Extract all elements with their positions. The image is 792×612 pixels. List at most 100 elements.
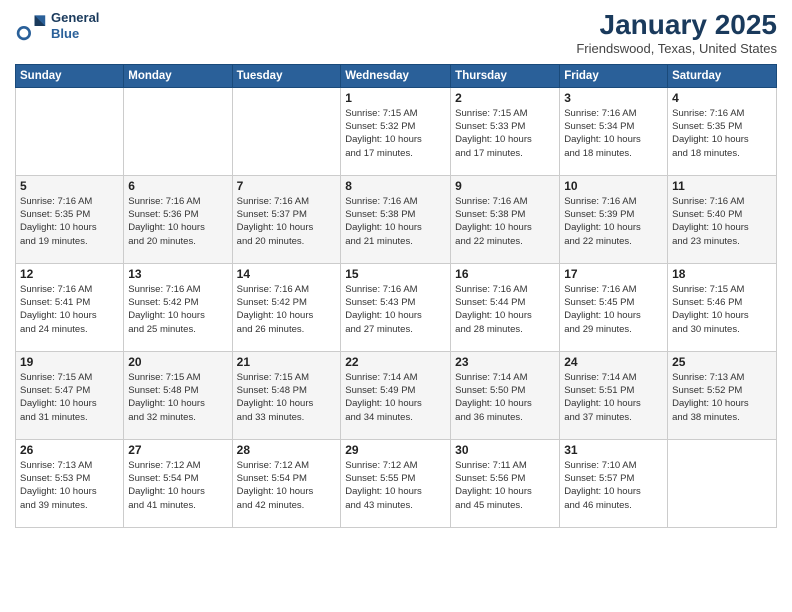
- title-block: January 2025 Friendswood, Texas, United …: [576, 10, 777, 56]
- day-cell: 26 Sunrise: 7:13 AM Sunset: 5:53 PM Dayli…: [16, 439, 124, 527]
- day-number: 9: [455, 179, 555, 193]
- day-number: 19: [20, 355, 119, 369]
- page: General Blue January 2025 Friendswood, T…: [0, 0, 792, 612]
- weekday-header-friday: Friday: [560, 64, 668, 87]
- day-cell: 19 Sunrise: 7:15 AM Sunset: 5:47 PM Dayli…: [16, 351, 124, 439]
- day-cell: 17Sunrise: 7:16 AM Sunset: 5:45 PM Dayli…: [560, 263, 668, 351]
- day-info: Sunrise: 7:12 AM Sunset: 5:54 PM Dayligh…: [237, 459, 337, 512]
- logo-icon: [15, 10, 47, 42]
- day-number: 10: [564, 179, 663, 193]
- day-number: 26: [20, 443, 119, 457]
- day-info: Sunrise: 7:15 AM Sunset: 5:33 PM Dayligh…: [455, 107, 555, 160]
- day-number: 13: [128, 267, 227, 281]
- day-info: Sunrise: 7:14 AM Sunset: 5:49 PM Dayligh…: [345, 371, 446, 424]
- day-cell: [668, 439, 777, 527]
- day-info: Sunrise: 7:15 AM Sunset: 5:47 PM Dayligh…: [20, 371, 119, 424]
- day-info: Sunrise: 7:16 AM Sunset: 5:41 PM Dayligh…: [20, 283, 119, 336]
- day-cell: 18 Sunrise: 7:15 AM Sunset: 5:46 PM Dayli…: [668, 263, 777, 351]
- day-info: Sunrise: 7:16 AM Sunset: 5:38 PM Dayligh…: [345, 195, 446, 248]
- day-info: Sunrise: 7:13 AM Sunset: 5:53 PM Dayligh…: [20, 459, 119, 512]
- day-cell: 21 Sunrise: 7:15 AM Sunset: 5:48 PM Dayli…: [232, 351, 341, 439]
- day-info: Sunrise: 7:12 AM Sunset: 5:54 PM Dayligh…: [128, 459, 227, 512]
- week-row-4: 19 Sunrise: 7:15 AM Sunset: 5:47 PM Dayli…: [16, 351, 777, 439]
- weekday-header-monday: Monday: [124, 64, 232, 87]
- logo: General Blue: [15, 10, 99, 42]
- day-cell: 9 Sunrise: 7:16 AM Sunset: 5:38 PM Daylig…: [451, 175, 560, 263]
- day-number: 4: [672, 91, 772, 105]
- day-number: 16: [455, 267, 555, 281]
- day-cell: 14 Sunrise: 7:16 AM Sunset: 5:42 PM Dayli…: [232, 263, 341, 351]
- day-info: Sunrise: 7:16 AM Sunset: 5:35 PM Dayligh…: [672, 107, 772, 160]
- weekday-header-row: SundayMondayTuesdayWednesdayThursdayFrid…: [16, 64, 777, 87]
- day-cell: 13 Sunrise: 7:16 AM Sunset: 5:42 PM Dayli…: [124, 263, 232, 351]
- day-info: Sunrise: 7:15 AM Sunset: 5:46 PM Dayligh…: [672, 283, 772, 336]
- day-cell: 15Sunrise: 7:16 AM Sunset: 5:43 PM Dayli…: [341, 263, 451, 351]
- day-number: 1: [345, 91, 446, 105]
- week-row-5: 26 Sunrise: 7:13 AM Sunset: 5:53 PM Dayli…: [16, 439, 777, 527]
- day-cell: 12Sunrise: 7:16 AM Sunset: 5:41 PM Dayli…: [16, 263, 124, 351]
- day-info: Sunrise: 7:14 AM Sunset: 5:50 PM Dayligh…: [455, 371, 555, 424]
- day-info: Sunrise: 7:16 AM Sunset: 5:38 PM Dayligh…: [455, 195, 555, 248]
- day-cell: 20Sunrise: 7:15 AM Sunset: 5:48 PM Dayli…: [124, 351, 232, 439]
- day-cell: 31Sunrise: 7:10 AM Sunset: 5:57 PM Dayli…: [560, 439, 668, 527]
- day-number: 15: [345, 267, 446, 281]
- header: General Blue January 2025 Friendswood, T…: [15, 10, 777, 56]
- day-cell: 24Sunrise: 7:14 AM Sunset: 5:51 PM Dayli…: [560, 351, 668, 439]
- day-cell: 5Sunrise: 7:16 AM Sunset: 5:35 PM Daylig…: [16, 175, 124, 263]
- day-number: 22: [345, 355, 446, 369]
- day-number: 29: [345, 443, 446, 457]
- day-cell: 23 Sunrise: 7:14 AM Sunset: 5:50 PM Dayli…: [451, 351, 560, 439]
- weekday-header-sunday: Sunday: [16, 64, 124, 87]
- weekday-header-thursday: Thursday: [451, 64, 560, 87]
- day-cell: [124, 87, 232, 175]
- day-cell: 30Sunrise: 7:11 AM Sunset: 5:56 PM Dayli…: [451, 439, 560, 527]
- day-cell: 29 Sunrise: 7:12 AM Sunset: 5:55 PM Dayli…: [341, 439, 451, 527]
- day-cell: 1 Sunrise: 7:15 AM Sunset: 5:32 PM Daylig…: [341, 87, 451, 175]
- calendar: SundayMondayTuesdayWednesdayThursdayFrid…: [15, 64, 777, 528]
- day-number: 5: [20, 179, 119, 193]
- day-info: Sunrise: 7:15 AM Sunset: 5:48 PM Dayligh…: [237, 371, 337, 424]
- day-info: Sunrise: 7:16 AM Sunset: 5:45 PM Dayligh…: [564, 283, 663, 336]
- day-number: 11: [672, 179, 772, 193]
- day-info: Sunrise: 7:16 AM Sunset: 5:37 PM Dayligh…: [237, 195, 337, 248]
- day-info: Sunrise: 7:16 AM Sunset: 5:39 PM Dayligh…: [564, 195, 663, 248]
- day-info: Sunrise: 7:16 AM Sunset: 5:40 PM Dayligh…: [672, 195, 772, 248]
- day-cell: 4 Sunrise: 7:16 AM Sunset: 5:35 PM Daylig…: [668, 87, 777, 175]
- week-row-1: 1 Sunrise: 7:15 AM Sunset: 5:32 PM Daylig…: [16, 87, 777, 175]
- day-number: 8: [345, 179, 446, 193]
- day-number: 7: [237, 179, 337, 193]
- day-number: 14: [237, 267, 337, 281]
- day-cell: 8 Sunrise: 7:16 AM Sunset: 5:38 PM Daylig…: [341, 175, 451, 263]
- day-info: Sunrise: 7:13 AM Sunset: 5:52 PM Dayligh…: [672, 371, 772, 424]
- day-number: 30: [455, 443, 555, 457]
- weekday-header-wednesday: Wednesday: [341, 64, 451, 87]
- day-number: 21: [237, 355, 337, 369]
- week-row-3: 12Sunrise: 7:16 AM Sunset: 5:41 PM Dayli…: [16, 263, 777, 351]
- weekday-header-tuesday: Tuesday: [232, 64, 341, 87]
- day-cell: 28 Sunrise: 7:12 AM Sunset: 5:54 PM Dayli…: [232, 439, 341, 527]
- day-number: 27: [128, 443, 227, 457]
- day-cell: [16, 87, 124, 175]
- week-row-2: 5Sunrise: 7:16 AM Sunset: 5:35 PM Daylig…: [16, 175, 777, 263]
- day-number: 2: [455, 91, 555, 105]
- day-number: 18: [672, 267, 772, 281]
- day-number: 23: [455, 355, 555, 369]
- weekday-header-saturday: Saturday: [668, 64, 777, 87]
- day-cell: 7 Sunrise: 7:16 AM Sunset: 5:37 PM Daylig…: [232, 175, 341, 263]
- day-info: Sunrise: 7:15 AM Sunset: 5:32 PM Dayligh…: [345, 107, 446, 160]
- day-number: 28: [237, 443, 337, 457]
- day-cell: 27 Sunrise: 7:12 AM Sunset: 5:54 PM Dayli…: [124, 439, 232, 527]
- day-cell: 2 Sunrise: 7:15 AM Sunset: 5:33 PM Daylig…: [451, 87, 560, 175]
- day-cell: 10 Sunrise: 7:16 AM Sunset: 5:39 PM Dayli…: [560, 175, 668, 263]
- day-info: Sunrise: 7:12 AM Sunset: 5:55 PM Dayligh…: [345, 459, 446, 512]
- logo-line1: General: [51, 10, 99, 26]
- day-info: Sunrise: 7:16 AM Sunset: 5:42 PM Dayligh…: [237, 283, 337, 336]
- day-info: Sunrise: 7:16 AM Sunset: 5:42 PM Dayligh…: [128, 283, 227, 336]
- day-info: Sunrise: 7:16 AM Sunset: 5:44 PM Dayligh…: [455, 283, 555, 336]
- day-number: 31: [564, 443, 663, 457]
- day-cell: 16 Sunrise: 7:16 AM Sunset: 5:44 PM Dayli…: [451, 263, 560, 351]
- day-cell: 3Sunrise: 7:16 AM Sunset: 5:34 PM Daylig…: [560, 87, 668, 175]
- day-number: 24: [564, 355, 663, 369]
- day-number: 20: [128, 355, 227, 369]
- day-number: 6: [128, 179, 227, 193]
